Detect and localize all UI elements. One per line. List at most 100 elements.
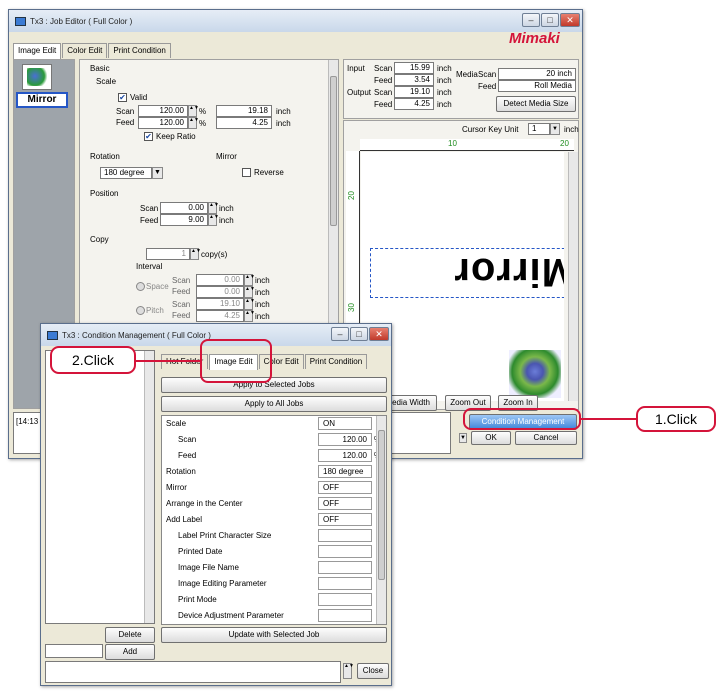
basic-heading: Basic [90,64,110,73]
keep-ratio-checkbox[interactable]: ✔ [144,132,153,141]
update-with-selected-job-button[interactable]: Update with Selected Job [161,627,387,643]
copies-spinner[interactable]: ▲▼ [190,248,201,260]
position-feed-spinner[interactable]: ▲▼ [208,214,219,226]
tab-print-condition[interactable]: Print Condition [304,354,368,369]
inch-unit: inch [255,288,270,297]
condition-row-value[interactable]: ON [318,417,372,430]
condition-row-value[interactable]: 120.00 [318,433,372,446]
size-info-panel: Input Scan 15.99 inch Feed 3.54 inch Out… [343,59,579,119]
input-scan-value: 15.99 [394,62,434,74]
condition-row[interactable]: Rotation 180 degree [162,464,386,480]
condition-row-value[interactable]: OFF [318,513,372,526]
close-window-button[interactable]: ✕ [560,13,580,27]
new-condition-input[interactable] [45,644,103,658]
maximize-button[interactable]: □ [350,327,368,341]
condition-row[interactable]: Image File Name [162,560,386,576]
position-feed-input[interactable]: 9.00 [160,214,208,226]
condition-row[interactable]: Image Editing Parameter [162,576,386,592]
scale-feed-spinner[interactable]: ▲▼ [188,117,199,129]
condition-row[interactable]: Add Label OFF [162,512,386,528]
inch-unit: inch [255,312,270,321]
condition-row[interactable]: Device Adjustment Parameter [162,608,386,624]
scale-scan-inch-input[interactable]: 19.18 [216,105,272,117]
pitch-feed-input[interactable]: 4.25 [196,310,244,322]
inch-unit: inch [219,216,234,225]
condition-row-value[interactable] [318,561,372,574]
inch-unit: inch [437,88,452,97]
condition-row[interactable]: Printed Date [162,544,386,560]
condition-table-scrollbar-thumb[interactable] [378,430,385,580]
position-scan-spinner[interactable]: ▲▼ [208,202,219,214]
percent-unit: % [199,119,207,128]
pitch-radio[interactable] [136,306,145,315]
condition-row[interactable]: Feed120.00% [162,448,386,464]
reverse-label: Reverse [254,168,284,177]
valid-checkbox[interactable]: ✔ [118,93,127,102]
copies-input[interactable]: 1 [146,248,190,260]
pitch-scan-input[interactable]: 19.10 [196,298,244,310]
space-radio[interactable] [136,282,145,291]
scale-feed-inch-input[interactable]: 4.25 [216,117,272,129]
settings-scrollbar-thumb[interactable] [330,76,337,226]
preview-scrollbar[interactable] [568,152,578,401]
condition-row[interactable]: Arrange in the Center OFF [162,496,386,512]
tab-image-edit[interactable]: Image Edit [13,43,62,59]
condition-row-value[interactable]: OFF [318,481,372,494]
add-button[interactable]: Add [105,644,155,660]
media-width-button[interactable]: edia Width [385,395,437,411]
scale-scan-percent-input[interactable]: 120.00 [138,105,188,117]
condition-list[interactable] [45,350,155,624]
condition-row-value[interactable] [318,545,372,558]
space-feed-input[interactable]: 0.00 [196,286,244,298]
condition-row-value[interactable] [318,609,372,622]
settings-scrollbar[interactable] [328,60,338,340]
condition-row[interactable]: Label Print Character Size [162,528,386,544]
reverse-checkbox[interactable] [242,168,251,177]
status-spinner[interactable]: ▲▼ [343,663,354,679]
condition-row-value[interactable]: 120.00 [318,449,372,462]
space-feed-spinner[interactable]: ▲▼ [244,286,255,298]
chevron-down-icon[interactable]: ▼ [550,123,560,135]
rotation-select[interactable]: 180 degree [100,167,152,179]
condition-row-value[interactable] [318,577,372,590]
condition-row-value[interactable] [318,593,372,606]
space-scan-input[interactable]: 0.00 [196,274,244,286]
cancel-button[interactable]: Cancel [515,431,577,445]
maximize-button[interactable]: □ [541,13,559,27]
scale-scan-spinner[interactable]: ▲▼ [188,105,199,117]
pitch-scan-spinner[interactable]: ▲▼ [244,298,255,310]
minimize-button[interactable]: – [522,13,540,27]
job-label[interactable]: Mirror [16,92,68,108]
chevron-down-icon[interactable]: ▼ [459,433,467,443]
condition-row[interactable]: Print Mode [162,592,386,608]
tab-color-edit[interactable]: Color Edit [62,43,108,58]
inch-unit: inch [564,125,579,134]
condition-row[interactable]: Mirror OFF [162,480,386,496]
apply-to-selected-jobs-button[interactable]: Apply to Selected Jobs [161,377,387,393]
close-button[interactable]: Close [357,663,389,679]
delete-button[interactable]: Delete [105,627,155,643]
thumbnail-image [27,68,47,86]
cursor-key-unit-select[interactable]: 1 [528,123,550,135]
scale-feed-percent-input[interactable]: 120.00 [138,117,188,129]
condition-row-label: Rotation [166,467,196,476]
condition-list-scrollbar[interactable] [144,351,154,623]
apply-to-all-jobs-button[interactable]: Apply to All Jobs [161,396,387,412]
position-scan-input[interactable]: 0.00 [160,202,208,214]
pitch-feed-spinner[interactable]: ▲▼ [244,310,255,322]
condition-row[interactable]: Scale ON [162,416,386,432]
pitch-scan-label: Scan [172,300,191,309]
tab-print-condition[interactable]: Print Condition [108,43,171,58]
condition-row-value[interactable] [318,529,372,542]
close-window-button[interactable]: ✕ [369,327,389,341]
condition-table-scrollbar[interactable] [376,416,386,624]
detect-media-size-button[interactable]: Detect Media Size [496,96,576,112]
ok-button[interactable]: OK [471,431,511,445]
job-thumbnail[interactable] [22,64,52,90]
condition-row-value[interactable]: OFF [318,497,372,510]
condition-row-value[interactable]: 180 degree [318,465,372,478]
chevron-down-icon[interactable]: ▼ [152,167,163,179]
condition-row[interactable]: Scan120.00% [162,432,386,448]
minimize-button[interactable]: – [331,327,349,341]
space-scan-spinner[interactable]: ▲▼ [244,274,255,286]
